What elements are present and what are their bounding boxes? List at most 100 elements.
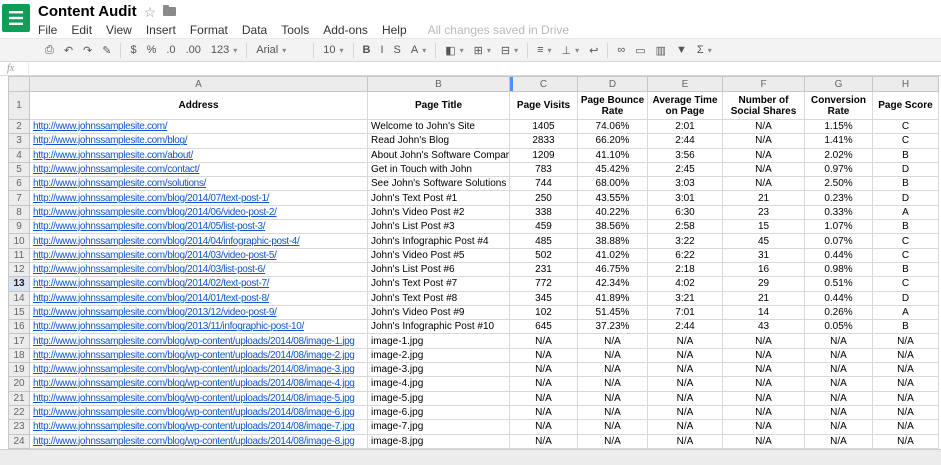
- data-cell[interactable]: 43: [723, 320, 805, 334]
- row-header-18[interactable]: 18: [8, 349, 30, 363]
- row-header-10[interactable]: 10: [8, 234, 30, 248]
- data-cell[interactable]: N/A: [648, 420, 723, 434]
- data-cell[interactable]: N/A: [648, 406, 723, 420]
- data-cell[interactable]: N/A: [805, 363, 873, 377]
- data-cell[interactable]: B: [873, 149, 939, 163]
- data-cell[interactable]: 2:44: [648, 320, 723, 334]
- data-cell[interactable]: 0.97%: [805, 163, 873, 177]
- data-cell[interactable]: 31: [723, 249, 805, 263]
- insert-link-button[interactable]: ∞: [612, 42, 630, 58]
- page-title-cell[interactable]: John's List Post #6: [368, 263, 510, 277]
- column-header-D[interactable]: D: [578, 76, 648, 92]
- data-cell[interactable]: N/A: [805, 406, 873, 420]
- data-cell[interactable]: N/A: [578, 363, 648, 377]
- url-cell[interactable]: http://www.johnssamplesite.com/blog/2013…: [30, 320, 368, 334]
- data-cell[interactable]: 0.44%: [805, 249, 873, 263]
- data-cell[interactable]: 783: [510, 163, 578, 177]
- row-header-7[interactable]: 7: [8, 191, 30, 205]
- data-cell[interactable]: N/A: [578, 406, 648, 420]
- bottom-scroll-area[interactable]: [0, 449, 941, 465]
- data-cell[interactable]: N/A: [805, 435, 873, 449]
- data-cell[interactable]: 29: [723, 277, 805, 291]
- data-cell[interactable]: 41.02%: [578, 249, 648, 263]
- row-header-22[interactable]: 22: [8, 406, 30, 420]
- menu-add-ons[interactable]: Add-ons: [316, 22, 375, 38]
- menu-data[interactable]: Data: [235, 22, 274, 38]
- page-title-cell[interactable]: image-3.jpg: [368, 363, 510, 377]
- data-cell[interactable]: N/A: [723, 406, 805, 420]
- filter-button[interactable]: ▼: [671, 42, 692, 58]
- url-cell[interactable]: http://www.johnssamplesite.com/blog/wp-c…: [30, 377, 368, 391]
- italic-button[interactable]: I: [375, 42, 388, 58]
- data-cell[interactable]: 21: [723, 292, 805, 306]
- save-status-text[interactable]: All changes saved in Drive: [428, 23, 569, 37]
- data-cell[interactable]: N/A: [578, 377, 648, 391]
- data-cell[interactable]: 0.05%: [805, 320, 873, 334]
- data-cell[interactable]: N/A: [723, 363, 805, 377]
- font-family-select[interactable]: Arial▾: [251, 42, 309, 58]
- data-cell[interactable]: 1.15%: [805, 120, 873, 134]
- vertical-align-button[interactable]: ⊥▾: [557, 42, 585, 59]
- data-cell[interactable]: 772: [510, 277, 578, 291]
- data-cell[interactable]: 37.23%: [578, 320, 648, 334]
- data-cell[interactable]: N/A: [873, 392, 939, 406]
- column-header-F[interactable]: F: [723, 76, 805, 92]
- page-title-cell[interactable]: John's Video Post #5: [368, 249, 510, 263]
- data-cell[interactable]: 41.10%: [578, 149, 648, 163]
- data-cell[interactable]: 66.20%: [578, 134, 648, 148]
- data-cell[interactable]: 41.89%: [578, 292, 648, 306]
- page-title-cell[interactable]: image-5.jpg: [368, 392, 510, 406]
- folder-icon[interactable]: [163, 7, 176, 16]
- page-title-cell[interactable]: John's List Post #3: [368, 220, 510, 234]
- data-cell[interactable]: N/A: [510, 406, 578, 420]
- data-cell[interactable]: 74.06%: [578, 120, 648, 134]
- text-wrap-button[interactable]: ↩: [584, 42, 603, 59]
- menu-tools[interactable]: Tools: [274, 22, 316, 38]
- page-title-cell[interactable]: Welcome to John's Site: [368, 120, 510, 134]
- data-cell[interactable]: 0.26%: [805, 306, 873, 320]
- page-title-cell[interactable]: Read John's Blog: [368, 134, 510, 148]
- data-cell[interactable]: 3:03: [648, 177, 723, 191]
- data-cell[interactable]: 485: [510, 234, 578, 248]
- data-cell[interactable]: C: [873, 120, 939, 134]
- data-cell[interactable]: N/A: [578, 435, 648, 449]
- menu-file[interactable]: File: [38, 22, 64, 38]
- url-cell[interactable]: http://www.johnssamplesite.com/blog/2014…: [30, 263, 368, 277]
- data-cell[interactable]: N/A: [723, 334, 805, 348]
- column-header-B[interactable]: B: [368, 76, 510, 92]
- url-cell[interactable]: http://www.johnssamplesite.com/solutions…: [30, 177, 368, 191]
- data-cell[interactable]: 6:30: [648, 206, 723, 220]
- data-cell[interactable]: B: [873, 177, 939, 191]
- url-cell[interactable]: http://www.johnssamplesite.com/blog/: [30, 134, 368, 148]
- data-cell[interactable]: 45: [723, 234, 805, 248]
- data-cell[interactable]: 338: [510, 206, 578, 220]
- url-cell[interactable]: http://www.johnssamplesite.com/: [30, 120, 368, 134]
- data-cell[interactable]: 68.00%: [578, 177, 648, 191]
- column-title-cell[interactable]: Average Time on Page: [648, 92, 723, 120]
- url-cell[interactable]: http://www.johnssamplesite.com/blog/wp-c…: [30, 334, 368, 348]
- data-cell[interactable]: N/A: [873, 377, 939, 391]
- page-title-cell[interactable]: See John's Software Solutions: [368, 177, 510, 191]
- row-header-3[interactable]: 3: [8, 134, 30, 148]
- url-cell[interactable]: http://www.johnssamplesite.com/blog/wp-c…: [30, 363, 368, 377]
- data-cell[interactable]: 7:01: [648, 306, 723, 320]
- page-title-cell[interactable]: John's Text Post #1: [368, 191, 510, 205]
- menu-help[interactable]: Help: [375, 22, 414, 38]
- data-cell[interactable]: N/A: [648, 334, 723, 348]
- data-cell[interactable]: 15: [723, 220, 805, 234]
- data-cell[interactable]: 459: [510, 220, 578, 234]
- data-cell[interactable]: C: [873, 134, 939, 148]
- data-cell[interactable]: 1405: [510, 120, 578, 134]
- row-header-11[interactable]: 11: [8, 249, 30, 263]
- data-cell[interactable]: N/A: [805, 334, 873, 348]
- data-cell[interactable]: N/A: [723, 435, 805, 449]
- row-header-5[interactable]: 5: [8, 163, 30, 177]
- data-cell[interactable]: A: [873, 306, 939, 320]
- column-title-cell[interactable]: Number of Social Shares: [723, 92, 805, 120]
- horizontal-align-button[interactable]: ≡▾: [532, 42, 556, 58]
- data-cell[interactable]: N/A: [510, 435, 578, 449]
- data-cell[interactable]: N/A: [648, 363, 723, 377]
- row-header-19[interactable]: 19: [8, 363, 30, 377]
- data-cell[interactable]: 21: [723, 191, 805, 205]
- functions-button[interactable]: Σ▾: [692, 42, 717, 58]
